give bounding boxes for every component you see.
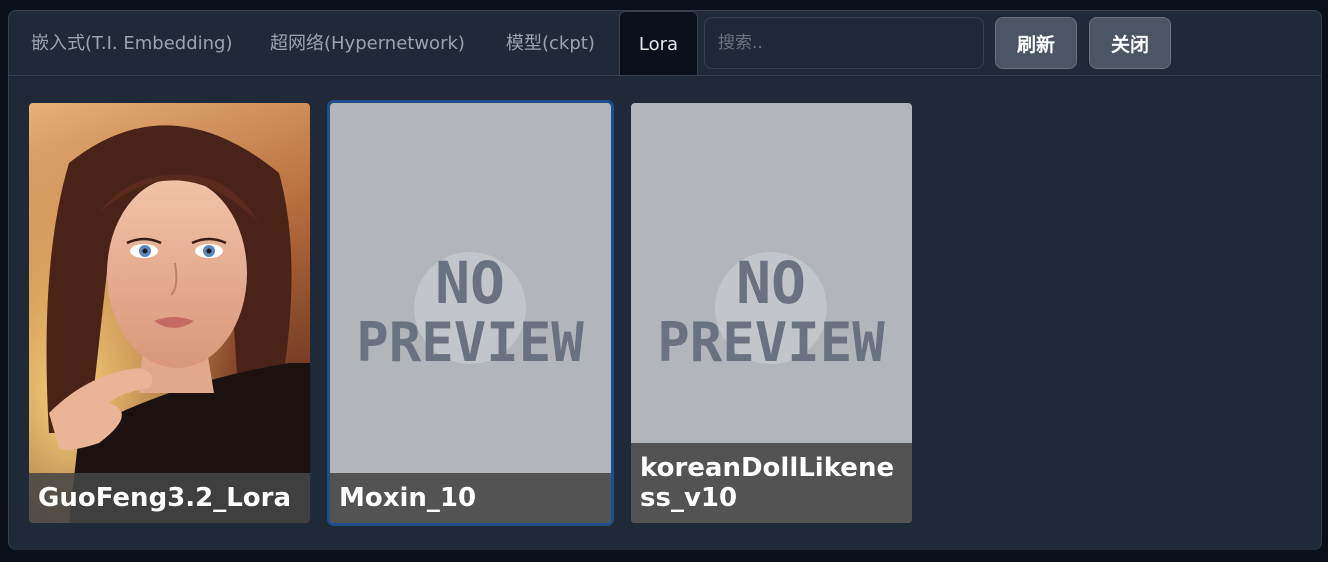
tab-textual-inversion[interactable]: 嵌入式(T.I. Embedding) [31,11,232,77]
lora-card-gallery: GuoFeng3.2_Lora NO PREVIEW Moxin_10 NO P… [9,75,1321,550]
no-preview-line2: PREVIEW [356,311,584,374]
tab-checkpoint[interactable]: 模型(ckpt) [506,11,595,77]
no-preview-line2: PREVIEW [657,311,885,374]
portrait-preview-image [29,103,310,523]
lora-card-korean-doll[interactable]: NO PREVIEW koreanDollLikeness_v10 [631,103,912,523]
search-input[interactable] [704,17,984,69]
lora-card-moxin[interactable]: NO PREVIEW Moxin_10 [330,103,611,523]
extra-networks-panel: 嵌入式(T.I. Embedding) 超网络(Hypernetwork) 模型… [8,10,1322,550]
tab-hypernetwork[interactable]: 超网络(Hypernetwork) [270,11,465,77]
tab-bar: 嵌入式(T.I. Embedding) 超网络(Hypernetwork) 模型… [9,11,1321,78]
card-name: koreanDollLikeness_v10 [631,443,912,523]
no-preview-line1: NO [736,249,806,317]
close-button[interactable]: 关闭 [1089,17,1171,69]
card-name: Moxin_10 [330,473,611,523]
no-preview-image: NO PREVIEW [356,249,584,374]
refresh-button[interactable]: 刷新 [995,17,1077,69]
tab-lora[interactable]: Lora [619,11,698,78]
card-name: GuoFeng3.2_Lora [29,473,310,523]
no-preview-line1: NO [435,249,505,317]
lora-card-guofeng[interactable]: GuoFeng3.2_Lora [29,103,310,523]
